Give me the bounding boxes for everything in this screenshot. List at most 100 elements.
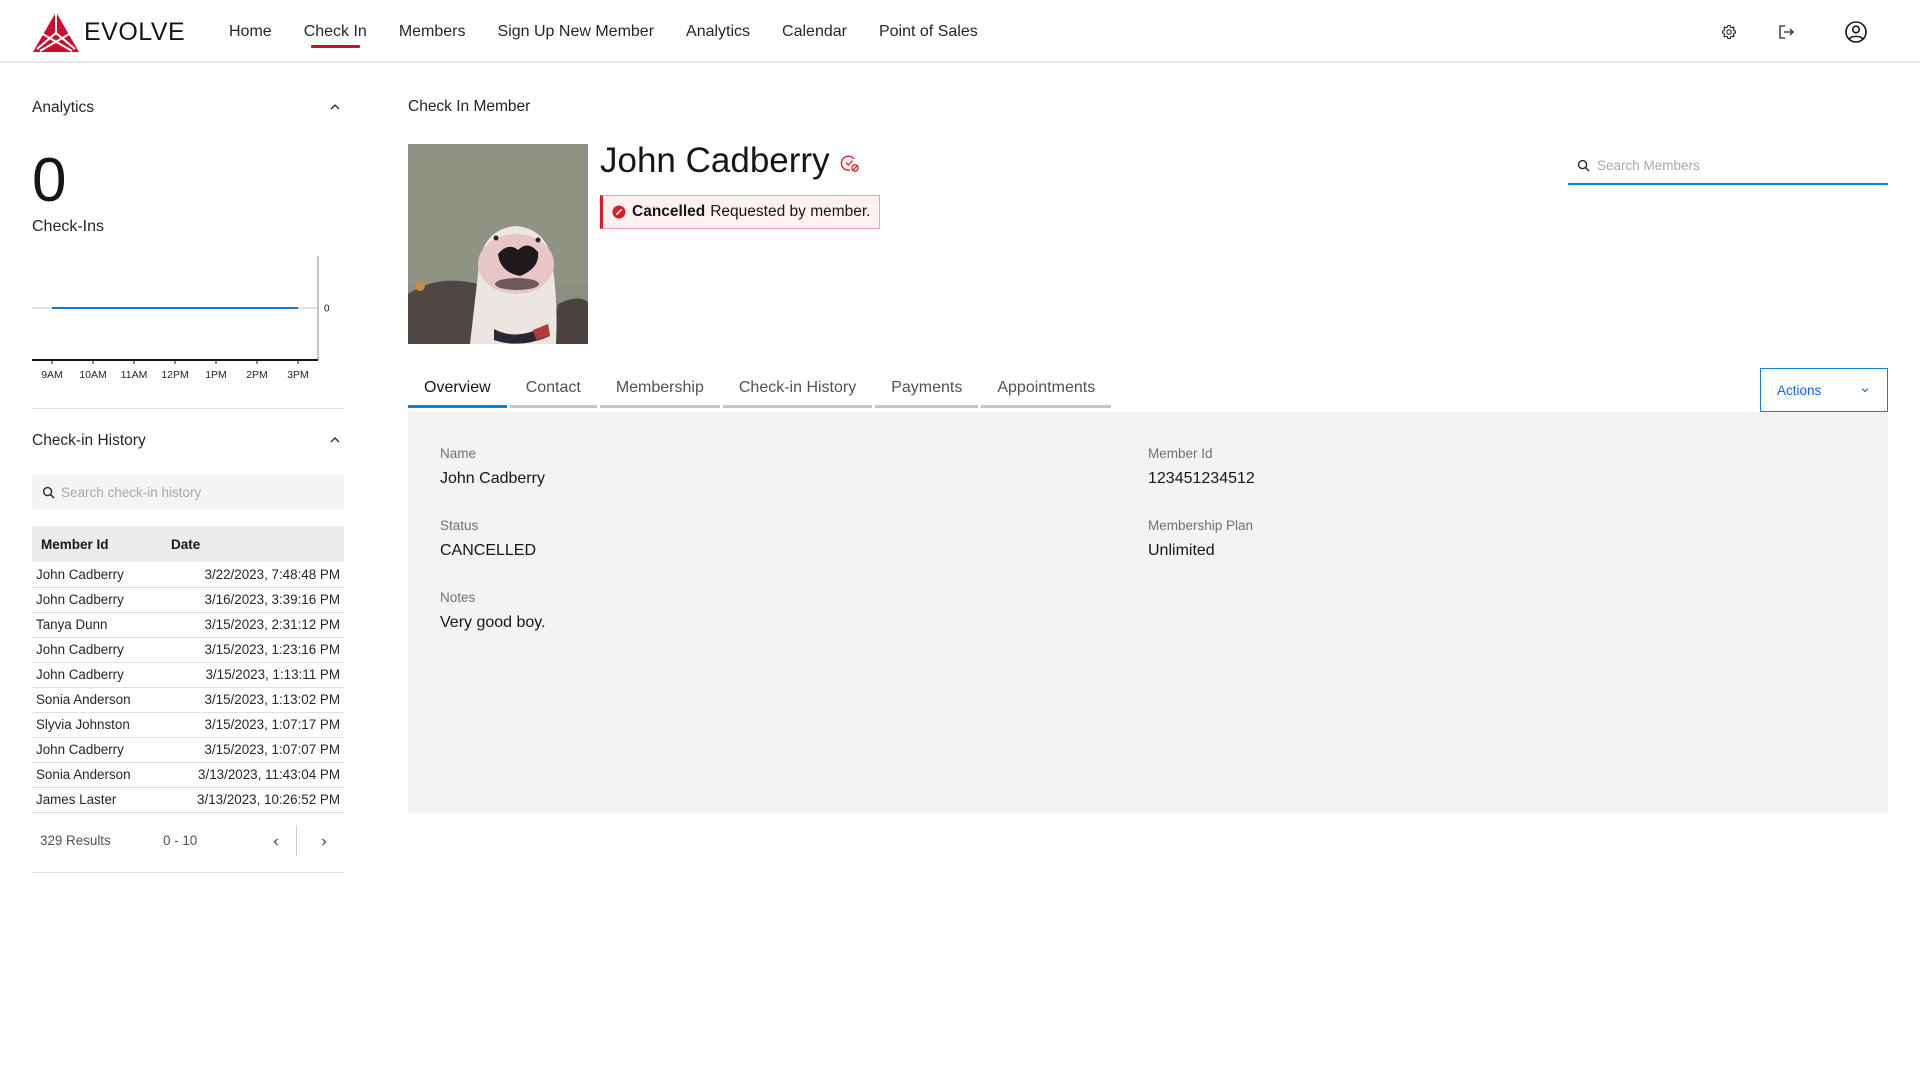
chevron-down-icon: [1861, 388, 1869, 393]
history-member: John Cadberry: [32, 637, 162, 663]
chevron-up-icon[interactable]: [328, 100, 342, 114]
history-row[interactable]: Slyvia Johnston 3/15/2023, 1:07:17 PM: [32, 712, 344, 738]
analytics-title: Analytics: [32, 99, 95, 116]
pagination: 329 Results 0 - 10: [32, 813, 344, 873]
chevron-up-icon[interactable]: [328, 433, 342, 447]
history-member: John Cadberry: [32, 662, 162, 688]
history-date: 3/15/2023, 1:23:16 PM: [162, 637, 344, 663]
next-page-button[interactable]: [312, 830, 336, 854]
tab-membership[interactable]: Membership: [599, 370, 720, 408]
history-member: John Cadberry: [32, 587, 162, 613]
field-status: Status CANCELLED: [440, 518, 536, 560]
member-photo-image: [408, 144, 588, 344]
nav-home[interactable]: Home: [229, 0, 272, 63]
member-photo: [408, 144, 588, 344]
overview-panel: Name John Cadberry Status CANCELLED Note…: [408, 412, 1888, 813]
check-in-count-label: Check-Ins: [32, 218, 105, 235]
search-icon: [1577, 159, 1590, 172]
notice-text: Requested by member.: [710, 203, 871, 220]
main-nav: Home Check In Members Sign Up New Member…: [229, 0, 1010, 63]
results-count: 329 Results: [40, 832, 111, 848]
x-tick-label: 2PM: [246, 369, 268, 381]
history-date: 3/15/2023, 1:13:11 PM: [162, 662, 344, 688]
logo[interactable]: EVOLVE: [32, 11, 185, 53]
history-date: 3/13/2023, 11:43:04 PM: [162, 762, 344, 788]
tab-payments[interactable]: Payments: [875, 370, 979, 408]
history-row[interactable]: John Cadberry 3/22/2023, 7:48:48 PM: [32, 562, 344, 588]
history-member: Sonia Anderson: [32, 762, 162, 788]
history-section-header[interactable]: Check-in History: [32, 421, 344, 461]
tab-overview[interactable]: Overview: [408, 370, 507, 408]
history-date: 3/22/2023, 7:48:48 PM: [162, 562, 344, 588]
nav-members[interactable]: Members: [399, 0, 466, 63]
check-in-blocked-icon: [840, 155, 859, 172]
membership-status-notice: Cancelled Requested by member.: [600, 195, 880, 229]
field-member-id: Member Id 123451234512: [1148, 446, 1255, 488]
gear-icon[interactable]: [1717, 20, 1741, 44]
history-row[interactable]: John Cadberry 3/16/2023, 3:39:16 PM: [32, 587, 344, 613]
actions-dropdown-button[interactable]: Actions: [1760, 368, 1888, 412]
field-name: Name John Cadberry: [440, 446, 545, 488]
x-tick-label: 3PM: [287, 369, 309, 381]
member-search-input[interactable]: [1597, 158, 1877, 173]
field-value: Very good boy.: [440, 614, 546, 631]
member-search[interactable]: [1568, 148, 1888, 185]
actions-label: Actions: [1777, 382, 1822, 398]
notice-title: Cancelled: [632, 203, 706, 220]
history-member: Sonia Anderson: [32, 687, 162, 713]
member-tabs: Overview Contact Membership Check-in His…: [408, 370, 1114, 408]
sidebar: Analytics 0 Check-Ins 0 9AM 10AM 11AM 12PM 1P…: [32, 63, 344, 873]
history-title: Check-in History: [32, 432, 146, 449]
tab-contact[interactable]: Contact: [509, 370, 597, 408]
history-member: Tanya Dunn: [32, 612, 162, 638]
history-row[interactable]: Tanya Dunn 3/15/2023, 2:31:12 PM: [32, 612, 344, 638]
history-table: Member Id Date John Cadberry 3/22/2023, 7…: [32, 526, 344, 813]
chevron-right-icon: [322, 838, 327, 845]
nav-calendar[interactable]: Calendar: [782, 0, 847, 63]
analytics-section-header[interactable]: Analytics: [32, 88, 344, 128]
history-row[interactable]: John Cadberry 3/15/2023, 1:23:16 PM: [32, 637, 344, 663]
history-date: 3/13/2023, 10:26:52 PM: [162, 787, 344, 813]
check-ins-chart-svg: 0 9AM 10AM 11AM 12PM 1PM 2PM 3PM: [32, 256, 330, 381]
check-in-count: 0: [32, 146, 67, 215]
x-tick-label: 10AM: [79, 369, 106, 381]
field-label: Membership Plan: [1148, 518, 1254, 533]
field-value: 123451234512: [1148, 470, 1255, 487]
nav-sign-up-new-member[interactable]: Sign Up New Member: [498, 0, 655, 63]
brand-name: EVOLVE: [84, 17, 186, 46]
nav-point-of-sales[interactable]: Point of Sales: [879, 0, 978, 63]
user-avatar-icon[interactable]: [1844, 20, 1868, 44]
column-header-member-id[interactable]: Member Id: [32, 526, 162, 562]
history-date: 3/15/2023, 1:07:07 PM: [162, 737, 344, 763]
previous-page-button[interactable]: [264, 830, 288, 854]
pagination-separator: [296, 824, 297, 856]
history-table-header: Member Id Date: [32, 526, 344, 562]
history-search[interactable]: [32, 474, 344, 510]
error-circle-icon: [612, 205, 626, 219]
history-row[interactable]: Sonia Anderson 3/13/2023, 11:43:04 PM: [32, 762, 344, 788]
history-row[interactable]: James Laster 3/13/2023, 10:26:52 PM: [32, 787, 344, 813]
field-value: CANCELLED: [440, 542, 537, 559]
history-search-input[interactable]: [61, 484, 321, 500]
history-date: 3/15/2023, 2:31:12 PM: [162, 612, 344, 638]
history-row[interactable]: John Cadberry 3/15/2023, 1:13:11 PM: [32, 662, 344, 688]
field-notes: Notes Very good boy.: [440, 590, 546, 632]
field-label: Notes: [440, 590, 476, 605]
logout-icon[interactable]: [1774, 20, 1798, 44]
x-tick-label: 11AM: [121, 369, 148, 381]
nav-analytics[interactable]: Analytics: [686, 0, 750, 63]
results-range: 0 - 10: [163, 832, 198, 848]
history-row[interactable]: John Cadberry 3/15/2023, 1:07:07 PM: [32, 737, 344, 763]
field-value: John Cadberry: [440, 470, 545, 487]
history-member: John Cadberry: [32, 737, 162, 763]
history-row[interactable]: Sonia Anderson 3/15/2023, 1:13:02 PM: [32, 687, 344, 713]
y-tick-label: 0: [324, 304, 330, 315]
nav-check-in[interactable]: Check In: [304, 0, 367, 63]
x-tick-label: 9AM: [41, 369, 63, 381]
x-tick-label: 12PM: [161, 369, 188, 381]
tab-appointments[interactable]: Appointments: [981, 370, 1112, 408]
evolve-logo-icon: [33, 12, 79, 52]
tab-check-in-history[interactable]: Check-in History: [722, 370, 873, 408]
field-label: Status: [440, 518, 479, 533]
column-header-date[interactable]: Date: [162, 526, 344, 562]
